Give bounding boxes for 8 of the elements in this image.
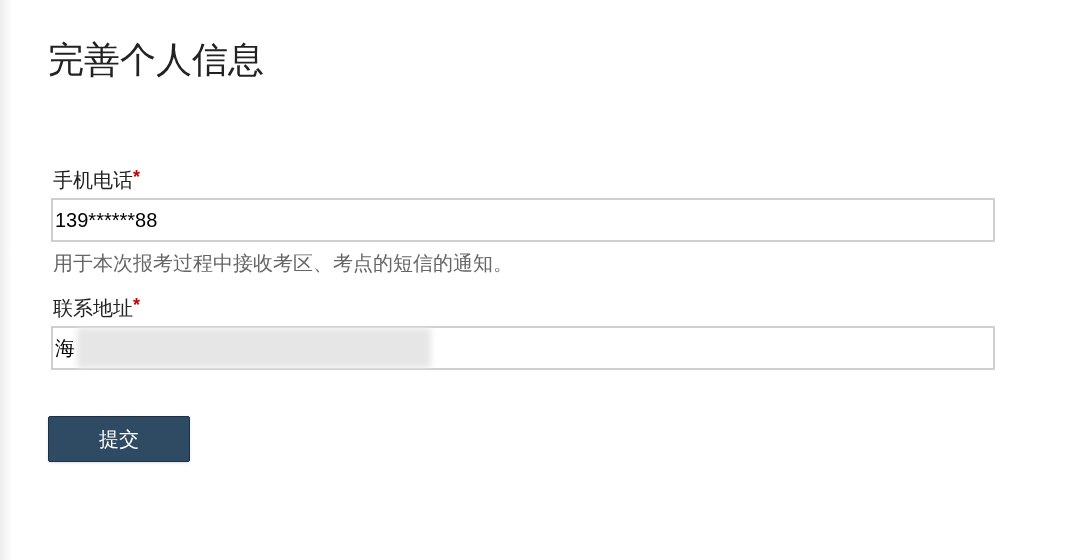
field-label: 手机电话 (53, 168, 133, 193)
required-mark: * (133, 166, 140, 187)
submit-button[interactable]: 提交 (48, 416, 190, 462)
input-field[interactable]: 139******88 (51, 198, 995, 242)
field-label: 联系地址 (53, 296, 133, 321)
field-hint: 用于本次报考过程中接收考区、考点的短信的通知。 (53, 251, 513, 276)
required-mark: * (133, 294, 140, 315)
page-title: 完善个人信息 (48, 38, 264, 82)
